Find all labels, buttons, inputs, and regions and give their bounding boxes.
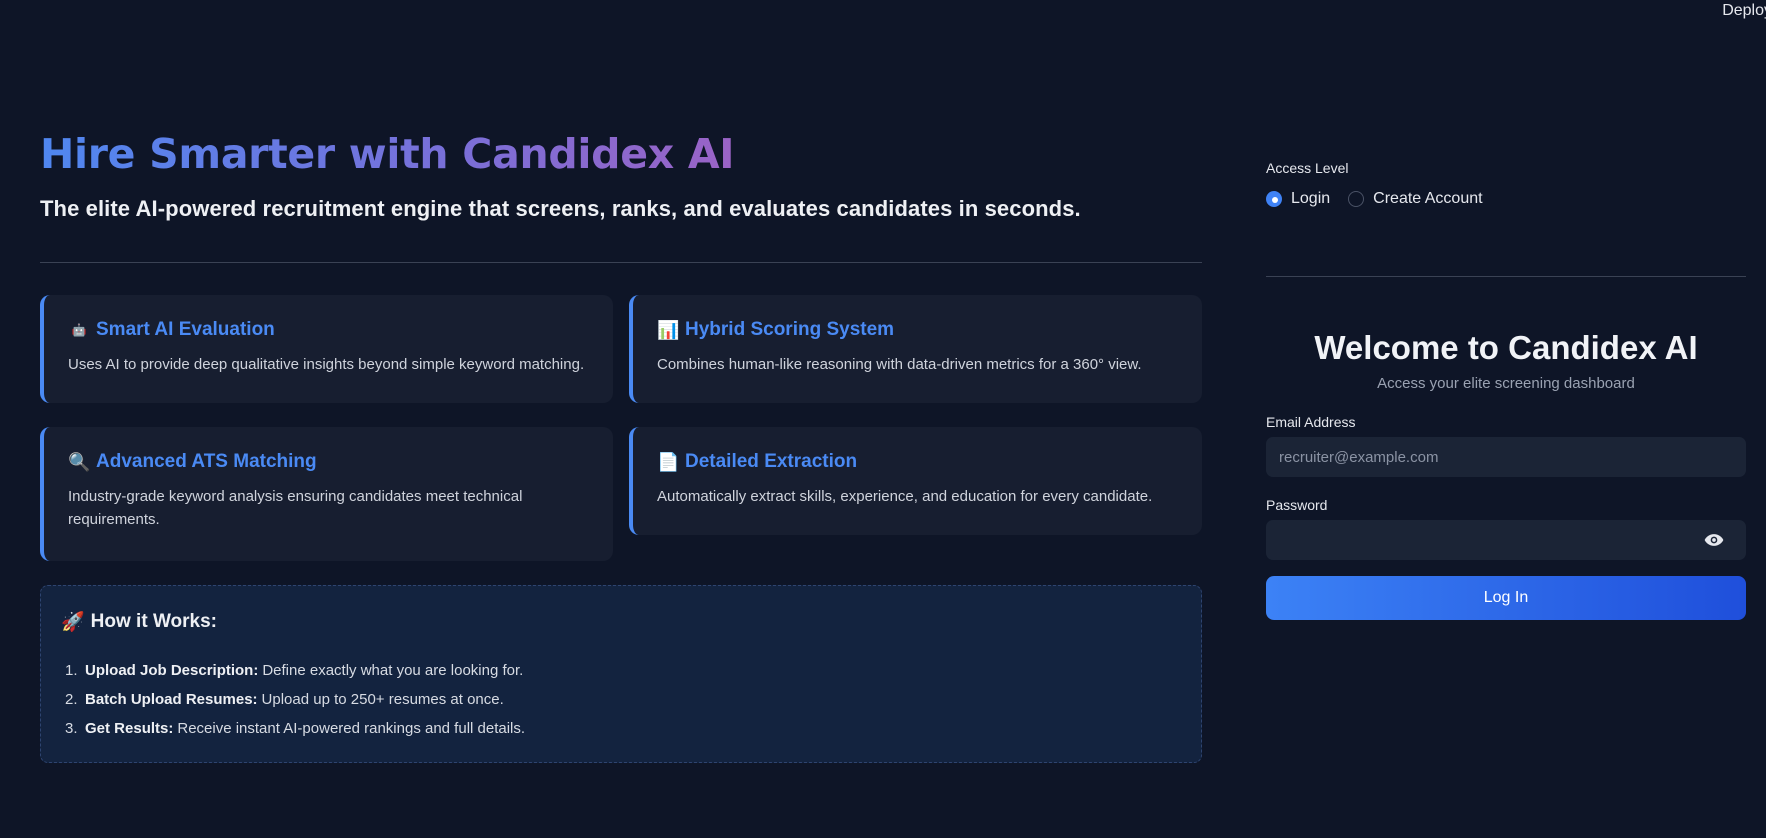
- step-number: 2.: [65, 691, 78, 708]
- feature-title: 📊 Hybrid Scoring System: [657, 319, 1178, 341]
- radio-label: Create Account: [1373, 190, 1483, 207]
- step-text: Upload up to 250+ resumes at once.: [261, 691, 504, 708]
- eye-icon[interactable]: [1704, 532, 1724, 548]
- email-field[interactable]: [1266, 437, 1746, 477]
- password-field[interactable]: [1266, 520, 1746, 560]
- feature-title: 🤖 Smart AI Evaluation: [68, 319, 589, 341]
- radio-create-account[interactable]: Create Account: [1348, 190, 1483, 208]
- bar-chart-icon: 📊: [657, 319, 680, 340]
- login-button[interactable]: Log In: [1266, 576, 1746, 620]
- welcome-subtitle: Access your elite screening dashboard: [1377, 375, 1635, 392]
- feature-description: Automatically extract skills, experience…: [657, 488, 1153, 505]
- hero-subtitle: The elite AI-powered recruitment engine …: [40, 196, 1081, 221]
- step-number: 3.: [65, 720, 78, 737]
- magnifier-icon: 🔍: [68, 451, 91, 472]
- document-icon: 📄: [657, 451, 680, 472]
- feature-grid: 🤖 Smart AI Evaluation Uses AI to provide…: [40, 295, 1202, 561]
- list-item: 1. Upload Job Description: Define exactly…: [61, 656, 1181, 685]
- how-title-text: How it Works:: [90, 611, 217, 632]
- feature-description: Industry-grade keyword analysis ensuring…: [68, 488, 523, 528]
- access-level-radio-group: Login Create Account: [1266, 190, 1746, 208]
- radio-indicator[interactable]: [1348, 191, 1365, 207]
- password-wrapper: [1266, 520, 1746, 560]
- feature-card: 🤖 Smart AI Evaluation Uses AI to provide…: [40, 295, 613, 403]
- email-label: Email Address: [1266, 414, 1356, 430]
- radio-login[interactable]: Login: [1266, 190, 1330, 208]
- how-it-works-title: 🚀 How it Works:: [61, 610, 1181, 634]
- step-text: Define exactly what you are looking for.: [262, 662, 524, 679]
- list-item: 3. Get Results: Receive instant AI-powere…: [61, 714, 1181, 743]
- feature-card: 📊 Hybrid Scoring System Combines human-l…: [629, 295, 1202, 403]
- feature-title-text: Detailed Extraction: [685, 451, 858, 472]
- auth-panel: Access Level Login Create Account Welcom…: [1266, 160, 1746, 620]
- feature-title-text: Smart AI Evaluation: [96, 319, 275, 340]
- hero-title: Hire Smarter with Candidex AI: [40, 126, 735, 182]
- radio-indicator[interactable]: [1266, 191, 1282, 207]
- step-heading: Get Results:: [85, 720, 174, 737]
- access-level-label: Access Level: [1266, 160, 1349, 176]
- step-number: 1.: [65, 662, 78, 679]
- feature-description: Uses AI to provide deep qualitative insi…: [68, 356, 585, 373]
- rocket-icon: 🚀: [61, 612, 85, 633]
- step-heading: Upload Job Description:: [85, 662, 259, 679]
- password-label: Password: [1266, 497, 1328, 513]
- steps-list: 1. Upload Job Description: Define exactly…: [61, 656, 1181, 743]
- robot-icon: 🤖: [71, 323, 87, 337]
- feature-title: 🔍 Advanced ATS Matching: [68, 451, 589, 473]
- deploy-button[interactable]: Deploy: [1722, 2, 1766, 20]
- welcome-title: Welcome to Candidex AI: [1314, 329, 1698, 366]
- hero-section: Hire Smarter with Candidex AI The elite …: [40, 126, 1202, 763]
- how-it-works-panel: 🚀 How it Works: 1. Upload Job Descriptio…: [40, 585, 1202, 763]
- feature-title: 📄 Detailed Extraction: [657, 451, 1178, 473]
- list-item: 2. Batch Upload Resumes: Upload up to 250…: [61, 685, 1181, 714]
- radio-label: Login: [1291, 190, 1331, 207]
- auth-divider: [1266, 276, 1746, 277]
- feature-card: 🔍 Advanced ATS Matching Industry-grade k…: [40, 427, 613, 561]
- feature-title-text: Advanced ATS Matching: [96, 451, 317, 472]
- feature-card: 📄 Detailed Extraction Automatically extr…: [629, 427, 1202, 535]
- feature-description: Combines human-like reasoning with data-…: [657, 356, 1142, 373]
- feature-title-text: Hybrid Scoring System: [685, 319, 895, 340]
- hero-divider: [40, 262, 1202, 263]
- step-text: Receive instant AI-powered rankings and …: [177, 720, 526, 737]
- step-heading: Batch Upload Resumes:: [85, 691, 258, 708]
